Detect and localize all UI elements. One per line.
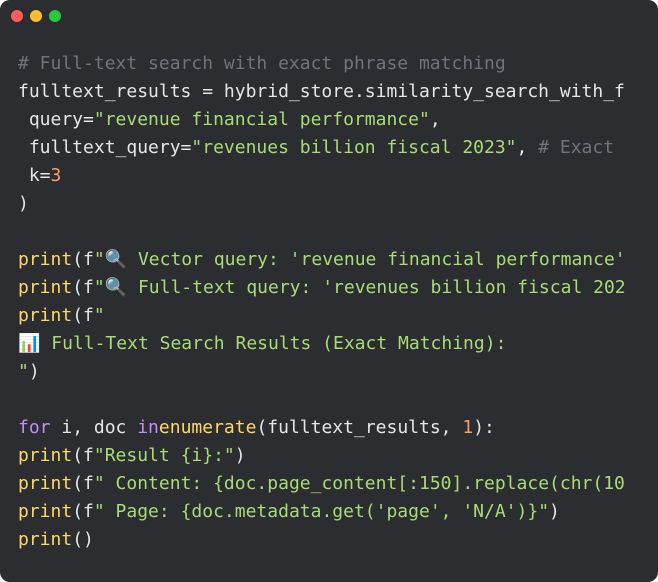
code-token-comment: # Full-text search with exact phrase mat… <box>18 53 506 74</box>
code-token-builtin: print <box>18 473 73 494</box>
zoom-button[interactable] <box>49 10 61 22</box>
code-line: print(f"🔍 Vector query: 'revenue financi… <box>18 246 658 274</box>
code-line: print(f"🔍 Full-text query: 'revenues bil… <box>18 274 658 302</box>
code-token-plain: , <box>516 137 539 158</box>
code-token-string: "revenues billion fiscal 2023" <box>191 137 517 158</box>
code-token-string: "revenue financial performance" <box>93 109 430 130</box>
close-button[interactable] <box>11 10 23 22</box>
code-line: k=3 <box>18 162 658 190</box>
code-token-builtin: print <box>18 501 73 522</box>
code-token-builtin: print <box>18 249 73 270</box>
code-token-builtin: print <box>18 305 73 326</box>
window-controls <box>11 10 61 22</box>
code-token-builtin: print <box>18 277 73 298</box>
code-token-plain: (f <box>72 305 94 326</box>
code-token-plain: ) <box>549 501 560 522</box>
code-token-keyword: for <box>18 417 51 438</box>
code-token-keyword: in <box>137 417 159 438</box>
code-block: # Full-text search with exact phrase mat… <box>18 50 658 554</box>
code-token-plain: ): <box>473 417 495 438</box>
code-token-plain: fulltext_results = hybrid_store.similari… <box>18 81 625 102</box>
code-token-string: 📊 Full-Text Search Results (Exact Matchi… <box>18 333 507 354</box>
code-token-builtin: print <box>18 529 73 550</box>
code-token-number: 1 <box>462 417 474 438</box>
code-line: query="revenue financial performance", <box>18 106 658 134</box>
minimize-button[interactable] <box>30 10 42 22</box>
code-token-plain: i, doc <box>50 417 138 438</box>
code-token-plain: (f <box>72 249 94 270</box>
code-token-plain: (f <box>72 445 94 466</box>
code-line: 📊 Full-Text Search Results (Exact Matchi… <box>18 330 658 358</box>
code-token-plain: () <box>72 529 94 550</box>
code-line: print(f" <box>18 302 658 330</box>
code-token-plain: query= <box>18 109 94 130</box>
code-token-plain: k= <box>18 165 51 186</box>
code-line: fulltext_query="revenues billion fiscal … <box>18 134 658 162</box>
code-token-comment: # Exact <box>538 137 615 158</box>
code-token-string: " Content: {doc.page_content[:150].repla… <box>93 473 625 494</box>
code-line: # Full-text search with exact phrase mat… <box>18 50 658 78</box>
code-line: for i, doc inenumerate(fulltext_results,… <box>18 414 658 442</box>
code-line: ) <box>18 190 658 218</box>
code-token-plain: (fulltext_results, <box>256 417 463 438</box>
code-token-number: 3 <box>50 165 62 186</box>
code-token-plain: , <box>429 109 441 130</box>
code-line: print(f" Page: {doc.metadata.get('page',… <box>18 498 658 526</box>
code-line: print(f"Result {i}:") <box>18 442 658 470</box>
code-token-plain: (f <box>72 501 94 522</box>
code-token-plain: (f <box>72 473 94 494</box>
code-token-string: " Page: {doc.metadata.get('page', 'N/A')… <box>93 501 550 522</box>
code-line: fulltext_results = hybrid_store.similari… <box>18 78 658 106</box>
code-window: # Full-text search with exact phrase mat… <box>0 0 658 582</box>
code-token-plain: (f <box>72 277 94 298</box>
code-token-string: "🔍 Vector query: 'revenue financial perf… <box>93 249 626 270</box>
code-token-plain: ) <box>18 193 29 214</box>
code-token-string: " <box>18 361 29 382</box>
code-token-plain: ) <box>234 445 246 466</box>
code-line: ") <box>18 358 658 386</box>
code-token-plain: ) <box>28 361 40 382</box>
code-token-builtin: enumerate <box>158 417 257 438</box>
code-token-string: " <box>93 305 105 326</box>
code-token-builtin: print <box>18 445 73 466</box>
code-token-string: "🔍 Full-text query: 'revenues billion fi… <box>93 277 626 298</box>
window-titlebar <box>0 0 658 32</box>
code-line: print(f" Content: {doc.page_content[:150… <box>18 470 658 498</box>
code-line: print() <box>18 526 658 554</box>
code-token-string: "Result {i}:" <box>93 445 235 466</box>
code-token-plain: fulltext_query= <box>18 137 192 158</box>
